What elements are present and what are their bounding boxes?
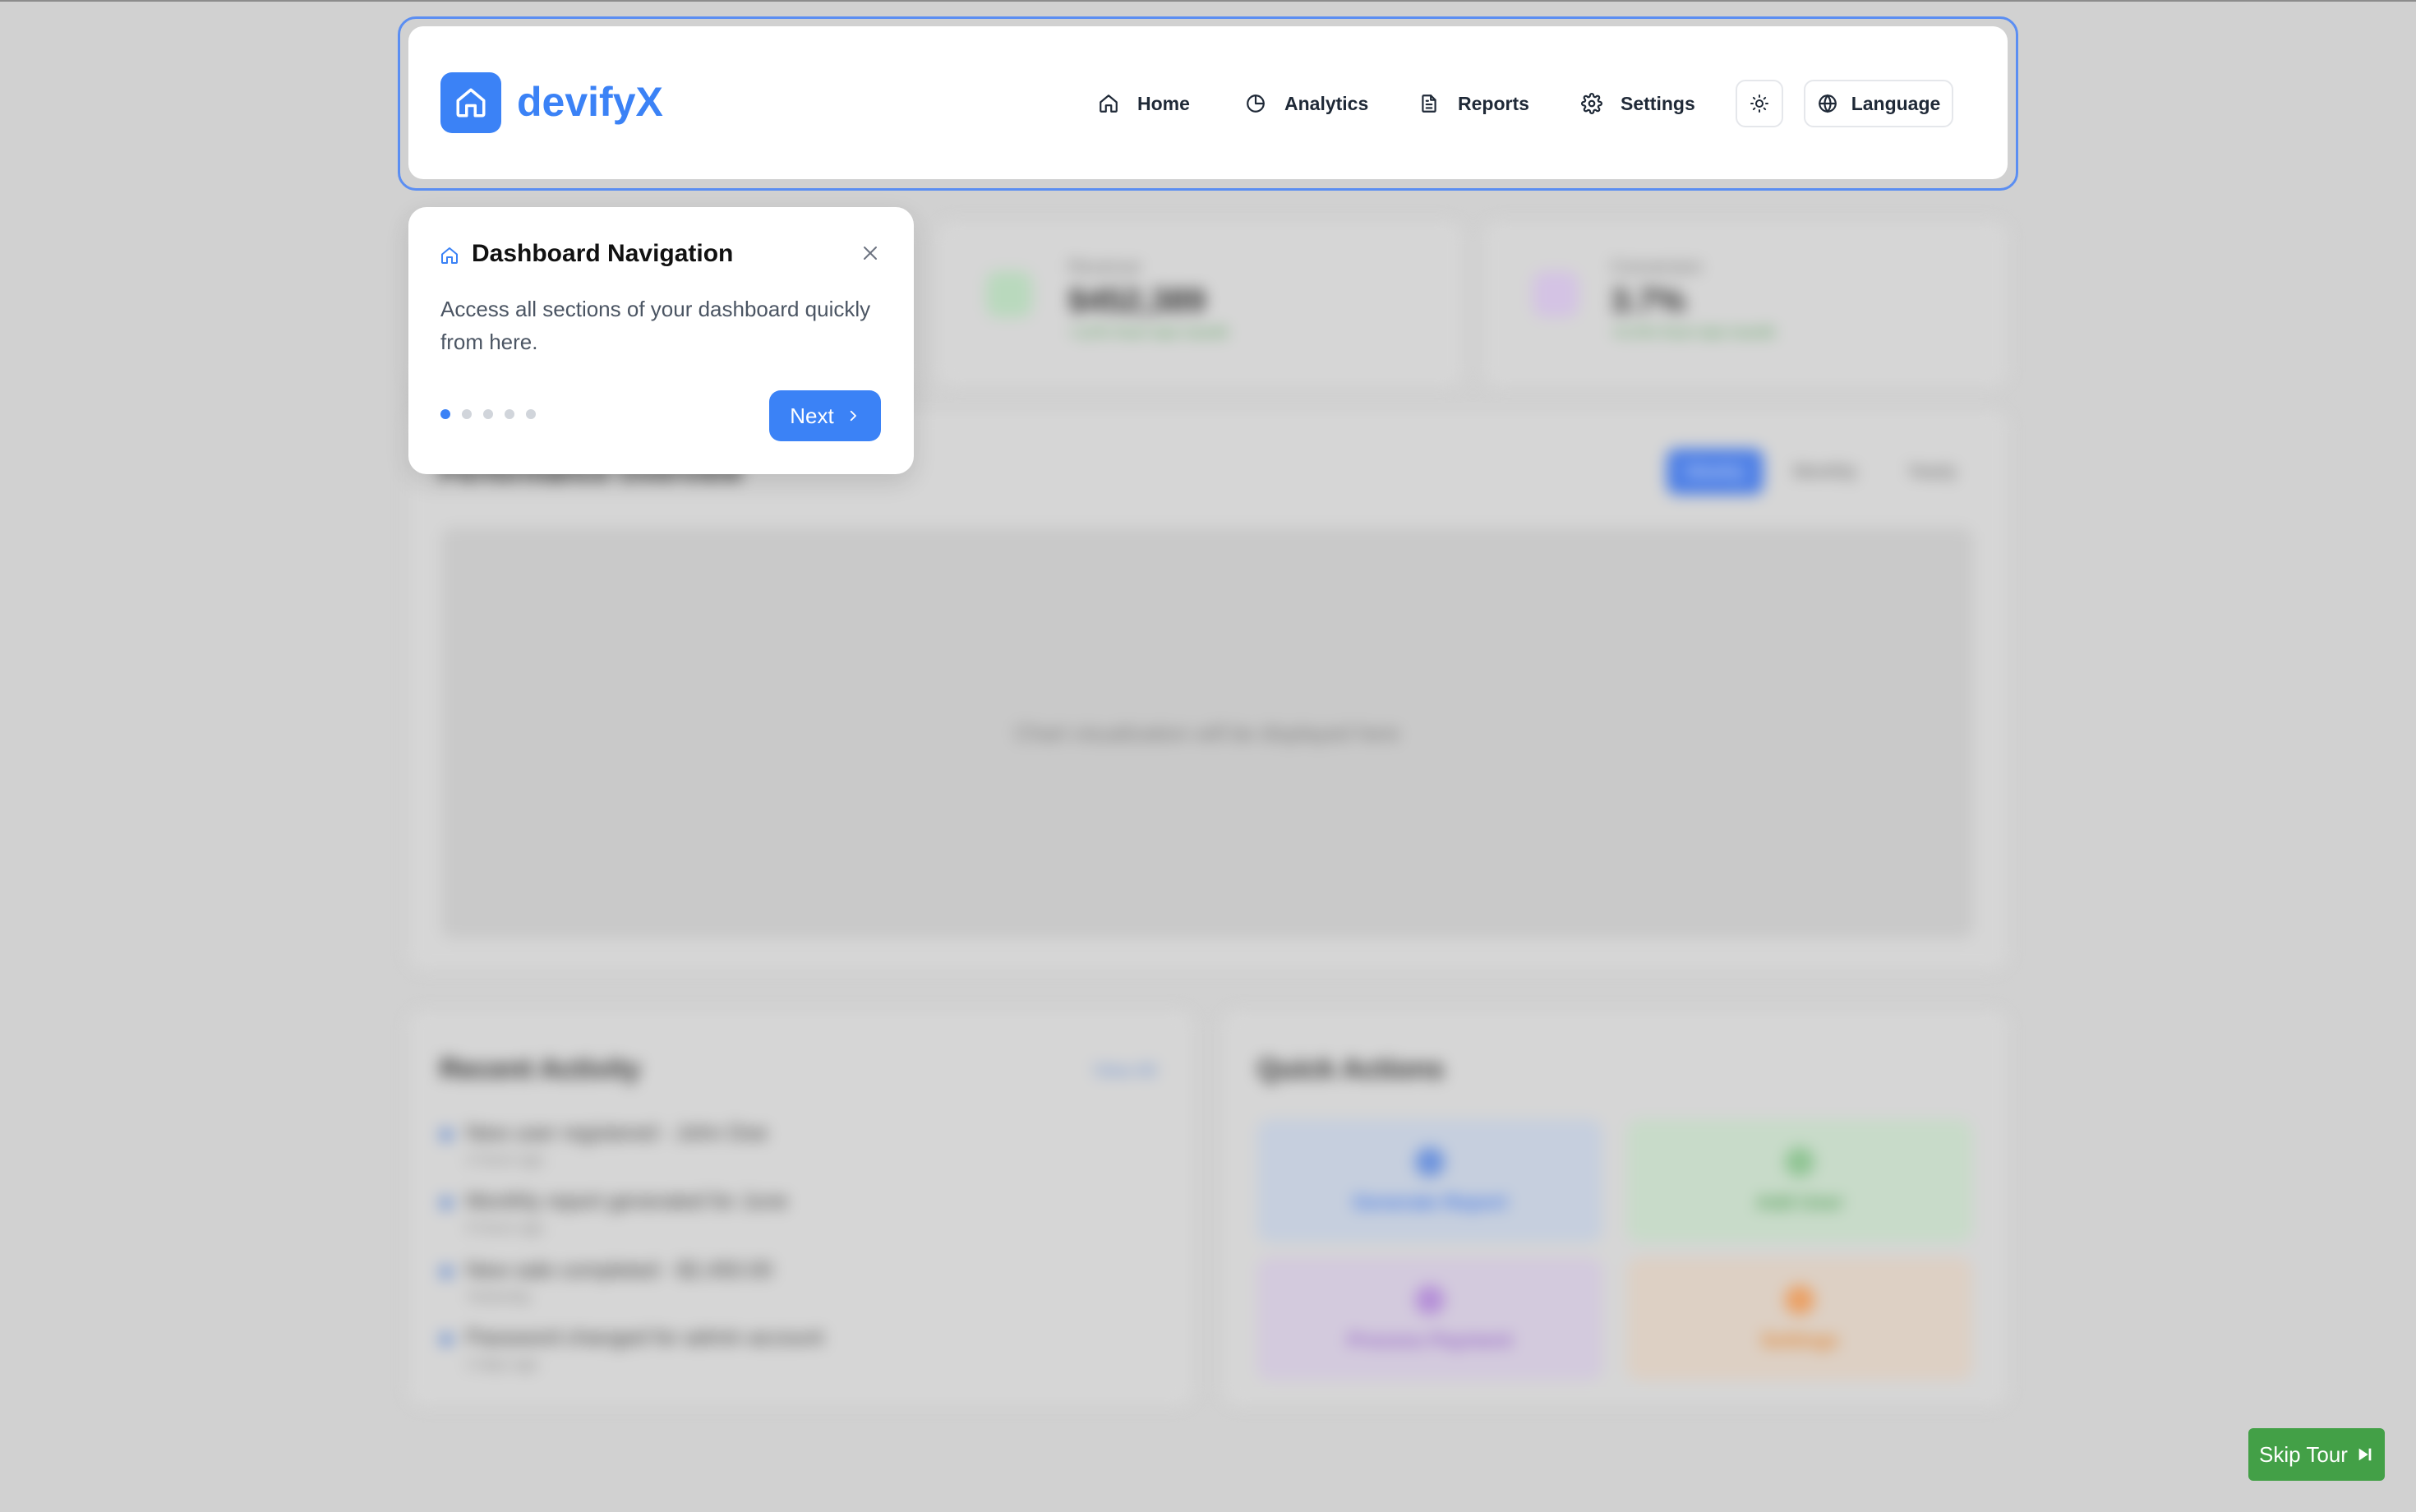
nav-label: Settings <box>1621 92 1695 114</box>
view-all-link[interactable]: View All <box>1093 1060 1156 1081</box>
chevron-right-icon <box>850 410 856 422</box>
close-tour-button[interactable] <box>855 238 885 268</box>
stat-card-conversion: Conversion 3.7% +0.5% from last month <box>1483 222 2008 386</box>
home-icon <box>456 88 486 118</box>
nav-label: Reports <box>1458 92 1529 114</box>
stat-value: $452,389 <box>1068 283 1206 319</box>
home-icon <box>440 246 459 270</box>
home-icon <box>1100 94 1118 113</box>
stat-change: +12% from last month <box>1068 324 1229 342</box>
activity-dot <box>440 1265 453 1279</box>
nav-item-home[interactable]: Home <box>1098 80 1190 127</box>
tab-yearly[interactable]: Yearly <box>1887 449 1977 495</box>
recent-activity-title: Recent Activity <box>440 1053 641 1085</box>
stat-label: Revenue <box>1068 256 1141 277</box>
next-button[interactable]: Next <box>769 390 881 441</box>
close-icon <box>864 247 877 260</box>
step-dot <box>505 409 514 419</box>
top-navigation-bar: devifyX Home Analytics Reports Settings <box>408 26 2008 179</box>
quick-action-label: Settings <box>1760 1330 1839 1352</box>
activity-time: 2 days ago <box>466 1356 539 1372</box>
activity-dot <box>440 1333 453 1346</box>
quick-action-add-user[interactable]: Add User <box>1627 1119 1972 1242</box>
quick-action-settings[interactable]: Settings <box>1627 1257 1972 1381</box>
brand-logo[interactable] <box>440 72 501 133</box>
stat-value: 3.7% <box>1611 283 1686 319</box>
payment-icon <box>1415 1285 1445 1315</box>
gear-icon <box>1581 93 1602 114</box>
dashboard-background: Revenue $452,389 +12% from last month Co… <box>0 0 2416 1512</box>
activity-text: Monthly report generated for June <box>466 1188 788 1213</box>
skip-tour-label: Skip Tour <box>2259 1441 2348 1467</box>
quick-action-label: Process Payment <box>1347 1330 1513 1352</box>
skip-forward-icon <box>2358 1448 2372 1461</box>
report-icon <box>1415 1147 1445 1177</box>
globe-icon <box>1818 94 1837 113</box>
quick-action-process-payment[interactable]: Process Payment <box>1257 1257 1602 1381</box>
nav-item-settings[interactable]: Settings <box>1581 80 1695 127</box>
activity-time: 2 hours ago <box>466 1151 545 1168</box>
brand-name[interactable]: devifyX <box>517 77 663 127</box>
next-label: Next <box>790 403 834 428</box>
skip-tour-button[interactable]: Skip Tour <box>2248 1428 2385 1481</box>
chart-placeholder: Chart visualization will be displayed he… <box>441 528 1973 938</box>
activity-time: 5 hours ago <box>466 1219 545 1236</box>
gear-icon <box>1785 1285 1814 1315</box>
step-dot <box>483 409 493 419</box>
tour-popover: Dashboard Navigation Access all sections… <box>408 207 914 474</box>
user-plus-icon <box>1785 1147 1814 1177</box>
chart-icon <box>1533 271 1579 317</box>
quick-actions-title: Quick Actions <box>1257 1053 1445 1085</box>
language-label: Language <box>1851 92 1941 114</box>
activity-text: New user registered - John Doe <box>466 1120 768 1145</box>
stat-label: Conversion <box>1611 256 1703 277</box>
document-icon <box>1422 94 1436 113</box>
tour-title: Dashboard Navigation <box>472 240 734 267</box>
tab-weekly[interactable]: Weekly <box>1667 449 1764 495</box>
nav-label: Analytics <box>1284 92 1369 114</box>
stat-change: +0.5% from last month <box>1611 324 1776 342</box>
activity-dot <box>440 1128 453 1141</box>
theme-toggle-button[interactable] <box>1736 80 1783 127</box>
step-dot-active <box>440 409 450 419</box>
tab-monthly[interactable]: Monthly <box>1777 449 1874 495</box>
quick-action-label: Add User <box>1755 1192 1844 1214</box>
activity-text: New sale completed - $2,450.00 <box>466 1257 772 1282</box>
activity-dot <box>440 1196 453 1210</box>
tour-step-indicator <box>440 409 536 419</box>
dollar-icon <box>986 271 1032 317</box>
step-dot <box>526 409 536 419</box>
step-dot <box>462 409 472 419</box>
quick-action-generate-report[interactable]: Generate Report <box>1257 1119 1602 1242</box>
sun-icon <box>1750 94 1768 113</box>
activity-text: Password changed for admin account <box>466 1325 824 1349</box>
nav-label: Home <box>1137 92 1190 114</box>
tour-description: Access all sections of your dashboard qu… <box>440 297 871 354</box>
activity-time: Yesterday <box>466 1288 532 1305</box>
pie-chart-icon <box>1247 94 1265 113</box>
nav-item-reports[interactable]: Reports <box>1418 80 1529 127</box>
quick-action-label: Generate Report <box>1352 1192 1508 1214</box>
chart-placeholder-text: Chart visualization will be displayed he… <box>1014 720 1400 745</box>
stat-card-revenue: Revenue $452,389 +12% from last month <box>937 222 1463 386</box>
language-button[interactable]: Language <box>1804 80 1953 127</box>
nav-item-analytics[interactable]: Analytics <box>1245 80 1368 127</box>
